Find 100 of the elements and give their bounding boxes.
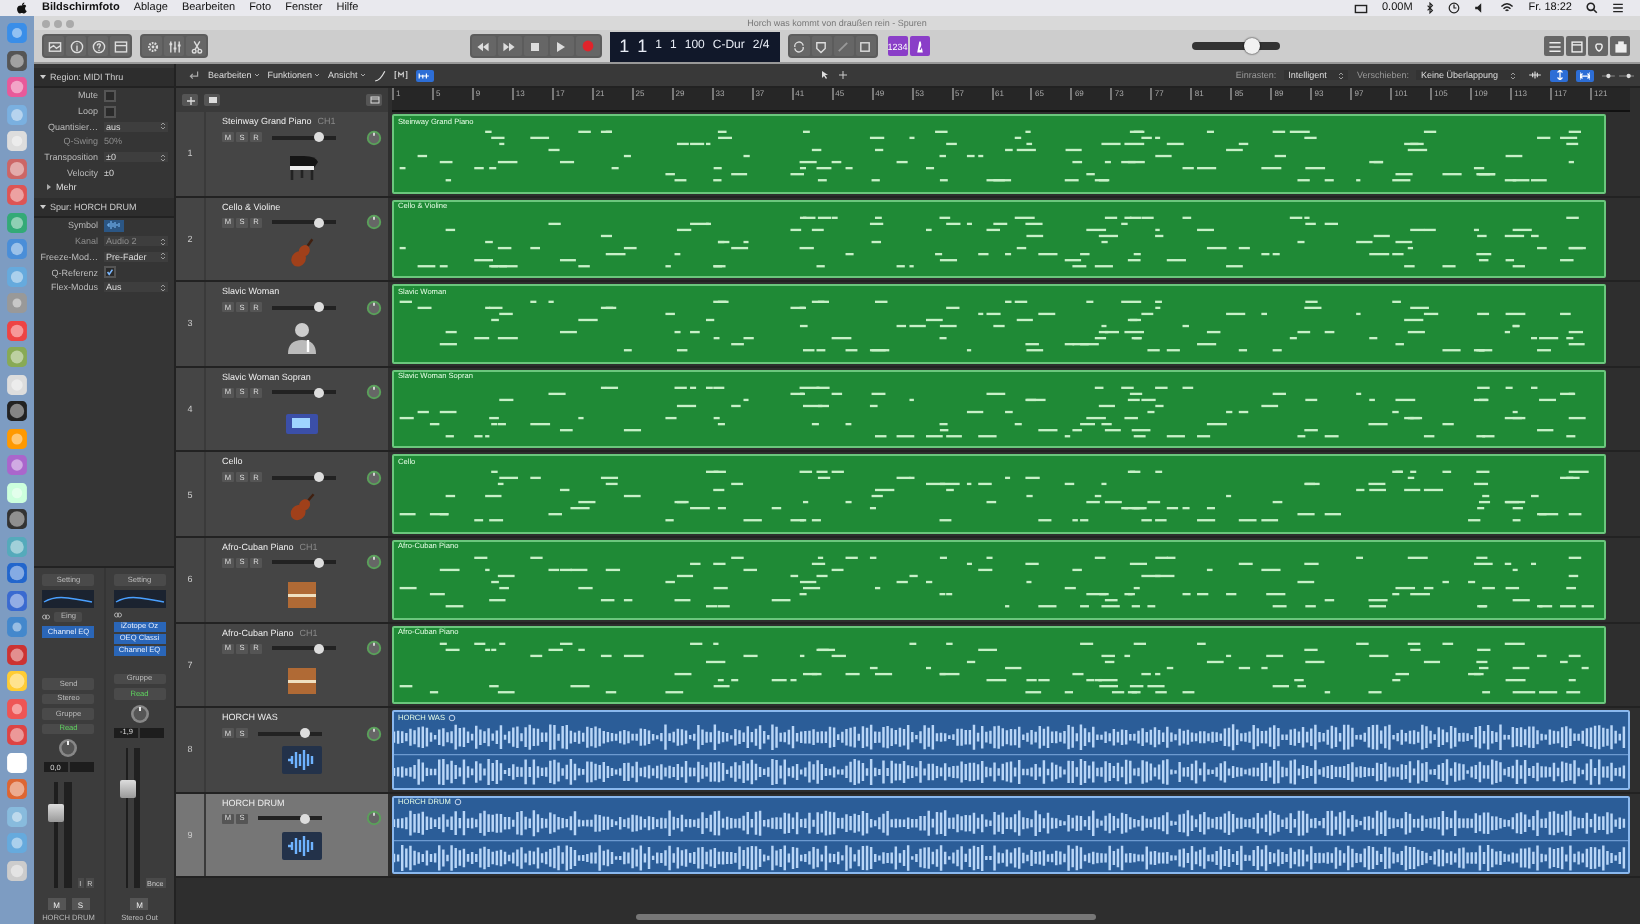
play-icon	[556, 41, 567, 51]
library-icon	[47, 39, 61, 53]
volume-thumb[interactable]	[1244, 38, 1261, 54]
chevron-icon	[1510, 71, 1516, 79]
volume-thumb[interactable]	[299, 728, 310, 739]
waveform-icon	[282, 831, 322, 860]
smart-controls-button[interactable]	[142, 36, 162, 56]
help-icon	[91, 39, 105, 53]
metronome-button[interactable]	[909, 36, 930, 56]
horizontal-scrollbar[interactable]	[636, 914, 1096, 920]
rewind-button[interactable]	[471, 36, 496, 56]
pan-knob[interactable]	[366, 129, 382, 145]
waveform-icon	[282, 746, 322, 775]
bracket-icon	[393, 70, 408, 80]
toolbar-button[interactable]	[110, 36, 130, 56]
eq-curve-drawing	[113, 589, 166, 607]
cycle-icon	[792, 39, 807, 53]
volume-thumb[interactable]	[313, 217, 324, 228]
volume-thumb[interactable]	[313, 472, 324, 483]
app-icon	[6, 373, 28, 395]
app-icon	[6, 751, 28, 773]
note-pads-button[interactable]	[1566, 36, 1586, 56]
checkbox[interactable]	[104, 105, 116, 118]
app-icon	[6, 103, 28, 125]
pan-knob[interactable]	[366, 725, 382, 742]
link-icon	[113, 611, 122, 617]
track-list-button[interactable]	[204, 94, 220, 106]
checkbox[interactable]	[104, 89, 116, 102]
checkbox[interactable]	[104, 266, 116, 279]
pan-knob[interactable]	[129, 703, 150, 723]
library-button[interactable]	[44, 36, 64, 56]
add-track-button[interactable]	[182, 94, 198, 106]
waveform-zoom-icon	[1528, 70, 1542, 80]
volume-thumb[interactable]	[313, 132, 324, 142]
app-icon	[6, 805, 28, 827]
stop-button[interactable]	[523, 36, 548, 56]
pan-knob[interactable]	[366, 640, 382, 657]
stop-icon	[530, 41, 541, 51]
vertical-arrows-icon	[1555, 70, 1563, 80]
cycle-button[interactable]	[789, 36, 810, 56]
play-button[interactable]	[549, 36, 574, 56]
fast-forward-button[interactable]	[497, 36, 522, 56]
app-icon	[6, 481, 28, 503]
browser-icon	[1613, 39, 1627, 53]
volume-thumb[interactable]	[313, 387, 324, 398]
horizontal-arrows-icon	[1580, 71, 1590, 79]
app-icon	[6, 130, 28, 152]
check-icon	[106, 268, 114, 277]
pan-knob[interactable]	[366, 810, 382, 827]
record-icon	[581, 40, 594, 52]
scissors-icon	[189, 39, 203, 53]
pan-knob[interactable]	[366, 214, 382, 231]
apple-loop-icon	[1591, 39, 1605, 53]
loop-icon	[448, 713, 457, 722]
catch-button[interactable]	[415, 69, 434, 81]
loop-icon	[454, 798, 463, 807]
app-icon	[6, 832, 28, 854]
global-tracks-button[interactable]	[366, 94, 382, 106]
app-icon	[6, 211, 28, 233]
volume-thumb[interactable]	[313, 643, 324, 654]
search-icon	[1586, 2, 1598, 14]
list-icon	[1547, 39, 1561, 53]
horizontal-zoom-button[interactable]	[1576, 69, 1594, 81]
list-editors-button[interactable]	[1544, 36, 1564, 56]
vertical-zoom-button[interactable]	[1550, 69, 1568, 81]
solo-mode-button[interactable]	[855, 36, 876, 56]
volume-thumb[interactable]	[313, 302, 324, 313]
app-icon	[6, 319, 28, 341]
waveform-icon	[106, 220, 122, 231]
fader-cap[interactable]	[119, 780, 136, 799]
bar-value: 1	[619, 36, 630, 56]
volume-thumb[interactable]	[313, 557, 324, 568]
return-arrow-icon	[188, 70, 200, 80]
fader-cap[interactable]	[48, 804, 65, 823]
app-icon	[6, 49, 28, 71]
inspector-button[interactable]	[66, 36, 86, 56]
help-button[interactable]	[88, 36, 108, 56]
browser-button[interactable]	[1610, 36, 1630, 56]
plus-icon	[185, 95, 195, 105]
volume-thumb[interactable]	[299, 813, 310, 824]
window-icon	[369, 96, 379, 104]
symbol-button[interactable]	[104, 219, 124, 232]
fast-forward-icon	[502, 41, 517, 51]
pan-knob[interactable]	[366, 299, 382, 316]
editors-button[interactable]	[186, 36, 206, 56]
zoom-slider-icon	[1602, 71, 1634, 79]
bluetooth-icon	[1426, 2, 1435, 14]
pan-knob[interactable]	[58, 738, 79, 758]
curve-tool-icon	[373, 69, 386, 81]
master-volume-slider[interactable]	[1192, 38, 1281, 54]
beat-value: 1	[637, 36, 648, 56]
loop-browser-button[interactable]	[1588, 36, 1608, 56]
mixer-button[interactable]	[164, 36, 184, 56]
app-icon	[6, 589, 28, 611]
pan-knob[interactable]	[366, 384, 382, 401]
app-icon	[6, 724, 28, 746]
pan-knob[interactable]	[366, 469, 382, 486]
window-icon	[113, 39, 127, 53]
pan-knob[interactable]	[366, 554, 382, 571]
tuner-button[interactable]	[811, 36, 832, 56]
